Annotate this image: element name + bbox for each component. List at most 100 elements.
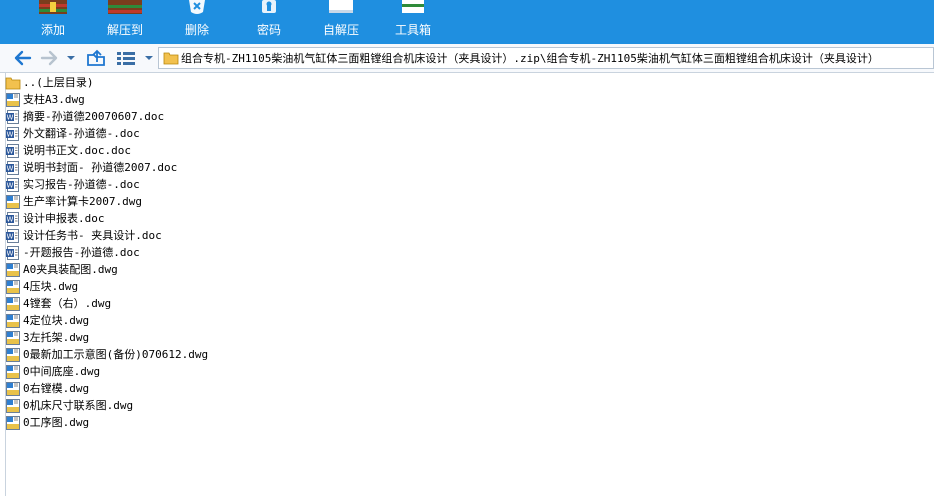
extract-to-button-label: 解压到 [106, 23, 143, 37]
svg-text:W: W [7, 130, 14, 138]
dwg-file-icon [5, 330, 21, 346]
file-name: ..(上层目录) [23, 76, 94, 89]
file-list-item[interactable]: 生产率计算卡2007.dwg [5, 193, 142, 210]
file-name: 4定位块.dwg [23, 314, 90, 327]
dwg-file-icon [5, 92, 21, 108]
file-name: 设计申报表.doc [23, 212, 105, 225]
word-doc-icon: W [5, 160, 21, 176]
back-button[interactable] [12, 48, 34, 68]
folder-up-icon [87, 49, 105, 66]
file-list-item[interactable]: W -开题报告-孙道德.doc [5, 244, 140, 261]
file-name: -开题报告-孙道德.doc [23, 246, 140, 259]
file-name: 说明书正文.doc.doc [23, 144, 131, 157]
parent-directory-item[interactable]: ..(上层目录) [5, 74, 94, 91]
view-mode-button[interactable] [114, 48, 138, 68]
word-doc-icon: W [5, 211, 21, 227]
file-name: 说明书封面- 孙道德2007.doc [23, 161, 178, 174]
file-name: 摘要-孙道德20070607.doc [23, 110, 165, 123]
dwg-file-icon [5, 415, 21, 431]
address-bar: 组合专机-ZH1105柴油机气缸体三面粗镗组合机床设计（夹具设计）.zip\组合… [0, 44, 934, 73]
password-button[interactable]: 密码 [239, 0, 299, 44]
word-doc-icon: W [5, 228, 21, 244]
file-list-item[interactable]: 4定位块.dwg [5, 312, 89, 329]
file-list-item[interactable]: W 说明书封面- 孙道德2007.doc [5, 159, 177, 176]
add-archive-icon [39, 0, 67, 14]
dwg-file-icon [5, 194, 21, 210]
file-name: 实习报告-孙道德-.doc [23, 178, 140, 191]
password-button-label: 密码 [256, 23, 281, 37]
file-list-item[interactable]: W 摘要-孙道德20070607.doc [5, 108, 164, 125]
address-path-field[interactable]: 组合专机-ZH1105柴油机气缸体三面粗镗组合机床设计（夹具设计）.zip\组合… [158, 47, 934, 69]
dwg-file-icon [5, 347, 21, 363]
word-doc-icon: W [5, 245, 21, 261]
file-list-item[interactable]: 3左托架.dwg [5, 329, 89, 346]
file-list-item[interactable]: W 实习报告-孙道德-.doc [5, 176, 140, 193]
file-name: 3左托架.dwg [23, 331, 90, 344]
file-list-item[interactable]: 支柱A3.dwg [5, 91, 85, 108]
forward-button[interactable] [38, 48, 60, 68]
dwg-file-icon [5, 262, 21, 278]
svg-text:W: W [7, 232, 14, 240]
svg-text:W: W [7, 215, 14, 223]
add-button[interactable]: 添加 [23, 0, 83, 44]
self-extract-button[interactable]: 自解压 [311, 0, 371, 44]
delete-button[interactable]: 删除 [167, 0, 227, 44]
file-name: 0最新加工示意图(备份)070612.dwg [23, 348, 209, 361]
file-name: 4镗套（右）.dwg [23, 297, 112, 310]
self-extract-icon [329, 0, 353, 13]
arrow-right-icon [40, 50, 58, 66]
address-path-text: 组合专机-ZH1105柴油机气缸体三面粗镗组合机床设计（夹具设计）.zip\组合… [181, 52, 879, 65]
history-dropdown[interactable] [64, 48, 78, 68]
word-doc-icon: W [5, 143, 21, 159]
extract-to-icon [108, 0, 142, 14]
dwg-file-icon [5, 364, 21, 380]
file-name: 支柱A3.dwg [23, 93, 85, 106]
main-toolbar: 添加 解压到 删除 密码 自解压 工具箱 [0, 0, 934, 44]
svg-text:W: W [7, 249, 14, 257]
file-name: 0中间底座.dwg [23, 365, 101, 378]
word-doc-icon: W [5, 177, 21, 193]
file-list-item[interactable]: W 设计任务书- 夹具设计.doc [5, 227, 162, 244]
dwg-file-icon [5, 313, 21, 329]
file-list-item[interactable]: W 外文翻译-孙道德-.doc [5, 125, 140, 142]
extract-to-button[interactable]: 解压到 [95, 0, 155, 44]
file-list-item[interactable]: 0最新加工示意图(备份)070612.dwg [5, 346, 208, 363]
file-list-item[interactable]: 4镗套（右）.dwg [5, 295, 111, 312]
chevron-down-icon [145, 56, 153, 60]
dwg-file-icon [5, 279, 21, 295]
svg-text:W: W [7, 181, 14, 189]
file-name: 0工序图.dwg [23, 416, 90, 429]
folder-icon [163, 52, 179, 65]
file-list-item[interactable]: 0工序图.dwg [5, 414, 89, 431]
svg-text:W: W [7, 164, 14, 172]
word-doc-icon: W [5, 109, 21, 125]
delete-icon [189, 0, 205, 14]
file-name: 4压块.dwg [23, 280, 79, 293]
password-icon [262, 0, 276, 13]
self-extract-button-label: 自解压 [322, 23, 359, 37]
word-doc-icon: W [5, 126, 21, 142]
dwg-file-icon [5, 398, 21, 414]
file-list: ..(上层目录) 支柱A3.dwg W 摘要-孙道德20070607.doc W 外文翻译… [0, 73, 934, 496]
file-list-item[interactable]: W 设计申报表.doc [5, 210, 105, 227]
svg-text:W: W [7, 147, 14, 155]
delete-button-label: 删除 [184, 23, 209, 37]
file-list-item[interactable]: A0夹具装配图.dwg [5, 261, 118, 278]
chevron-down-icon [67, 56, 75, 60]
add-button-label: 添加 [40, 23, 65, 37]
svg-text:W: W [7, 113, 14, 121]
toolbox-button[interactable]: 工具箱 [383, 0, 443, 44]
file-list-item[interactable]: W 说明书正文.doc.doc [5, 142, 131, 159]
toolbox-button-label: 工具箱 [394, 23, 431, 37]
file-list-item[interactable]: 0右镗模.dwg [5, 380, 89, 397]
file-name: 0机床尺寸联系图.dwg [23, 399, 134, 412]
file-list-item[interactable]: 0机床尺寸联系图.dwg [5, 397, 133, 414]
file-list-item[interactable]: 0中间底座.dwg [5, 363, 100, 380]
view-mode-dropdown[interactable] [142, 48, 156, 68]
file-name: 设计任务书- 夹具设计.doc [23, 229, 162, 242]
list-view-icon [117, 52, 135, 65]
file-name: 0右镗模.dwg [23, 382, 90, 395]
up-level-button[interactable] [84, 48, 108, 68]
file-list-item[interactable]: 4压块.dwg [5, 278, 78, 295]
dwg-file-icon [5, 296, 21, 312]
